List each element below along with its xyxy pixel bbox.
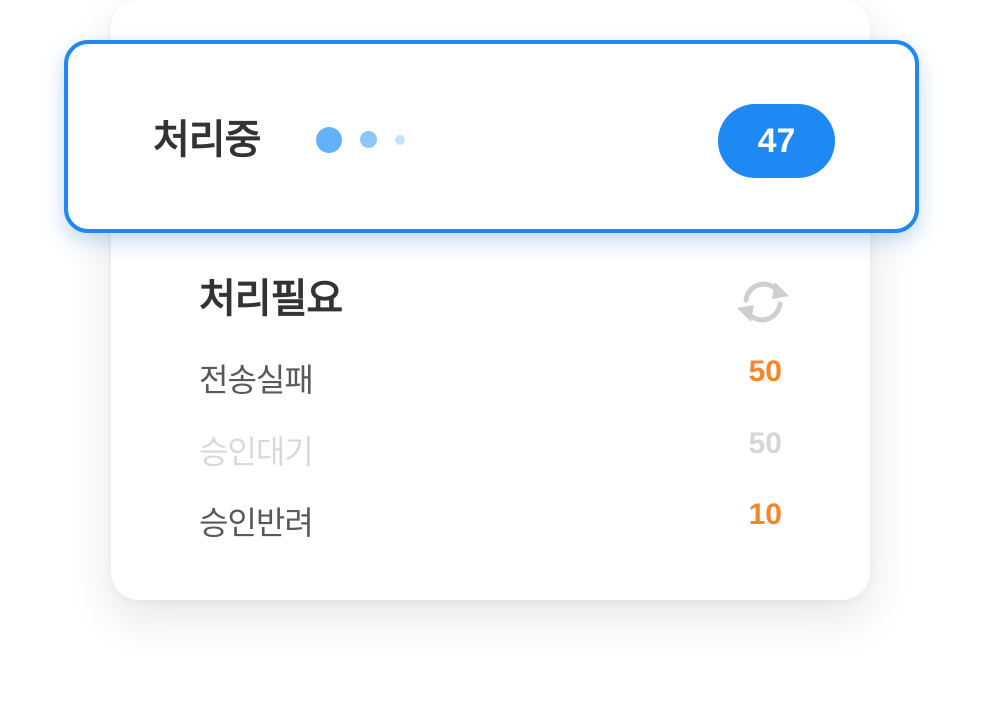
status-widget: 처리필요 전송실패 50 승인대기 50 승인반려 10 처리중 47 [0, 0, 981, 714]
item-label-send-failed[interactable]: 전송실패 [199, 360, 314, 400]
loading-dot-small [395, 135, 405, 145]
item-label-awaiting-approval: 승인대기 [199, 433, 314, 471]
loading-dot-large [316, 127, 342, 153]
item-label-approval-rejected[interactable]: 승인반려 [199, 503, 314, 543]
loading-dot-medium [360, 131, 377, 148]
item-count-approval-rejected[interactable]: 10 [749, 495, 782, 535]
needs-action-title: 처리필요 [199, 276, 343, 322]
processing-title: 처리중 [153, 117, 261, 163]
processing-card[interactable]: 처리중 47 [64, 40, 919, 233]
item-count-send-failed[interactable]: 50 [749, 352, 782, 392]
item-count-awaiting-approval: 50 [748, 427, 782, 460]
processing-count-badge[interactable]: 47 [718, 104, 835, 178]
refresh-icon[interactable] [735, 278, 791, 326]
